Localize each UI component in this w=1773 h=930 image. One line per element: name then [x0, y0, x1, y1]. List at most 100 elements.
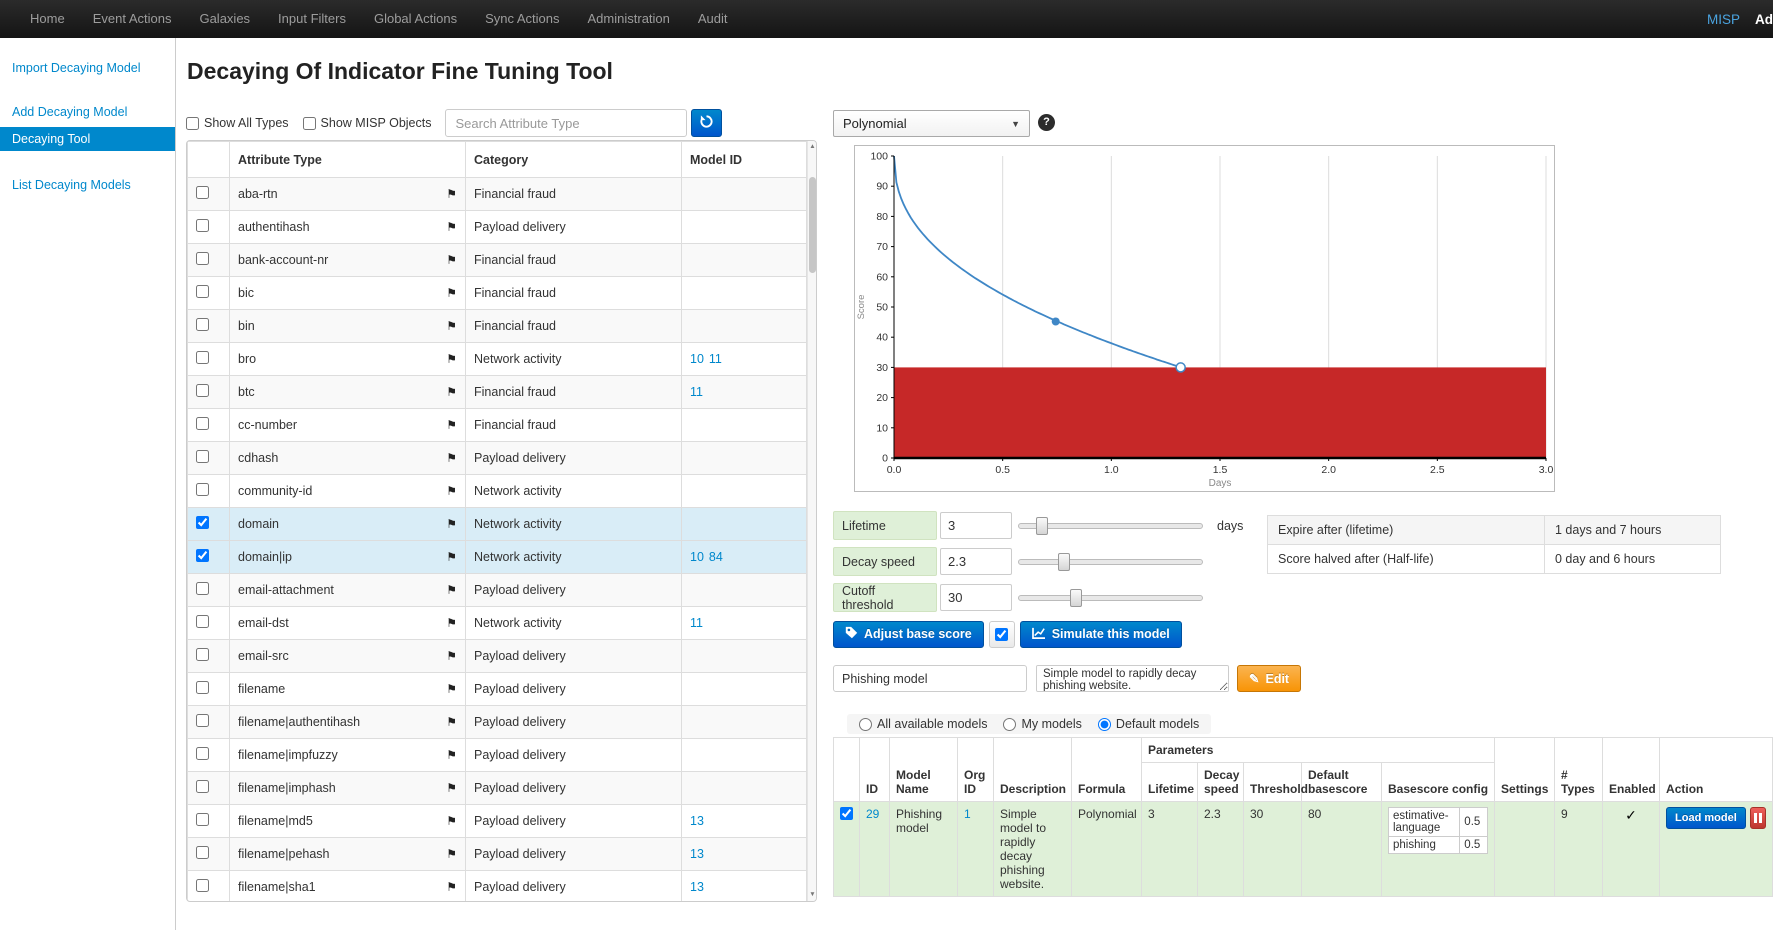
attribute-row[interactable]: ⚑filename|pehashPayload delivery13: [188, 838, 807, 871]
flag-icon[interactable]: ⚑: [446, 748, 457, 762]
misp-brand[interactable]: MISP: [1707, 12, 1740, 27]
attribute-row-checkbox[interactable]: [196, 846, 209, 859]
model-scope-radio[interactable]: [1098, 718, 1111, 731]
show-all-types-option[interactable]: Show All Types: [186, 116, 289, 130]
show-misp-objects-checkbox[interactable]: [303, 117, 316, 130]
flag-icon[interactable]: ⚑: [446, 253, 457, 267]
attribute-row-checkbox[interactable]: [196, 186, 209, 199]
model-id-link[interactable]: 10: [690, 352, 704, 366]
model-id-link[interactable]: 13: [690, 847, 704, 861]
attribute-row-checkbox[interactable]: [196, 549, 209, 562]
cutoff-threshold-slider[interactable]: [1018, 588, 1203, 608]
model-scope-option[interactable]: All available models: [859, 717, 987, 731]
help-icon[interactable]: ?: [1038, 114, 1055, 131]
attribute-row[interactable]: ⚑filenamePayload delivery: [188, 673, 807, 706]
nav-item-sync-actions[interactable]: Sync Actions: [471, 0, 573, 38]
model-name-input[interactable]: [833, 665, 1027, 692]
attribute-row[interactable]: ⚑filename|authentihashPayload delivery: [188, 706, 807, 739]
flag-icon[interactable]: ⚑: [446, 682, 457, 696]
attribute-row[interactable]: ⚑aba-rtnFinancial fraud: [188, 178, 807, 211]
adjust-base-score-toggle[interactable]: [989, 621, 1015, 648]
attribute-table-scrollbar[interactable]: ▲ ▼: [807, 141, 816, 901]
flag-icon[interactable]: ⚑: [446, 649, 457, 663]
attribute-row[interactable]: ⚑btcFinancial fraud11: [188, 376, 807, 409]
show-all-types-checkbox[interactable]: [186, 117, 199, 130]
model-scope-radio[interactable]: [1003, 718, 1016, 731]
attribute-row[interactable]: ⚑cdhashPayload delivery: [188, 442, 807, 475]
attribute-row[interactable]: ⚑email-srcPayload delivery: [188, 640, 807, 673]
attribute-row[interactable]: ⚑filename|sha1Payload delivery13: [188, 871, 807, 902]
model-row[interactable]: 29Phishing model1Simple model to rapidly…: [834, 802, 1773, 897]
flag-icon[interactable]: ⚑: [446, 220, 457, 234]
attribute-row-checkbox[interactable]: [196, 417, 209, 430]
nav-item-audit[interactable]: Audit: [684, 0, 742, 38]
model-scope-option[interactable]: My models: [1003, 717, 1081, 731]
model-id-link[interactable]: 29: [866, 807, 879, 821]
attribute-row[interactable]: ⚑filename|md5Payload delivery13: [188, 805, 807, 838]
attribute-row-checkbox[interactable]: [196, 615, 209, 628]
attribute-row[interactable]: ⚑broNetwork activity1011: [188, 343, 807, 376]
flag-icon[interactable]: ⚑: [446, 418, 457, 432]
sidebar-item-decaying-tool[interactable]: Decaying Tool: [0, 127, 175, 151]
flag-icon[interactable]: ⚑: [446, 319, 457, 333]
attribute-row-checkbox[interactable]: [196, 351, 209, 364]
attribute-row-checkbox[interactable]: [196, 813, 209, 826]
refresh-button[interactable]: [691, 109, 722, 137]
model-id-link[interactable]: 11: [690, 616, 703, 630]
model-row-checkbox[interactable]: [840, 807, 853, 820]
lifetime-input[interactable]: [940, 512, 1012, 539]
attribute-row[interactable]: ⚑authentihashPayload delivery: [188, 211, 807, 244]
attribute-row[interactable]: ⚑domainNetwork activity: [188, 508, 807, 541]
show-misp-objects-option[interactable]: Show MISP Objects: [303, 116, 432, 130]
attribute-row[interactable]: ⚑bank-account-nrFinancial fraud: [188, 244, 807, 277]
org-id-link[interactable]: 1: [964, 807, 971, 821]
attribute-row[interactable]: ⚑binFinancial fraud: [188, 310, 807, 343]
attribute-row[interactable]: ⚑bicFinancial fraud: [188, 277, 807, 310]
nav-item-global-actions[interactable]: Global Actions: [360, 0, 471, 38]
search-attribute-input[interactable]: [445, 109, 687, 137]
nav-item-administration[interactable]: Administration: [574, 0, 684, 38]
pause-model-button[interactable]: [1750, 807, 1766, 829]
attribute-row-checkbox[interactable]: [196, 879, 209, 892]
model-id-link[interactable]: 11: [709, 352, 722, 366]
cutoff-threshold-input[interactable]: [940, 584, 1012, 611]
flag-icon[interactable]: ⚑: [446, 517, 457, 531]
attribute-row-checkbox[interactable]: [196, 582, 209, 595]
model-id-link[interactable]: 84: [709, 550, 723, 564]
flag-icon[interactable]: ⚑: [446, 715, 457, 729]
flag-icon[interactable]: ⚑: [446, 451, 457, 465]
attribute-row-checkbox[interactable]: [196, 252, 209, 265]
model-scope-radio[interactable]: [859, 718, 872, 731]
decay-speed-slider[interactable]: [1018, 552, 1203, 572]
sidebar-item-import-decaying-model[interactable]: Import Decaying Model: [0, 56, 175, 80]
nav-item-event-actions[interactable]: Event Actions: [79, 0, 186, 38]
edit-model-button[interactable]: ✎ Edit: [1237, 665, 1301, 692]
flag-icon[interactable]: ⚑: [446, 847, 457, 861]
flag-icon[interactable]: ⚑: [446, 286, 457, 300]
sidebar-item-list-decaying-models[interactable]: List Decaying Models: [0, 173, 175, 197]
load-model-button[interactable]: Load model: [1666, 807, 1746, 829]
attribute-row-checkbox[interactable]: [196, 285, 209, 298]
nav-user-menu[interactable]: Admin: [1755, 12, 1773, 27]
flag-icon[interactable]: ⚑: [446, 814, 457, 828]
attribute-row[interactable]: ⚑filename|imphashPayload delivery: [188, 772, 807, 805]
model-scope-option[interactable]: Default models: [1098, 717, 1199, 731]
simulate-model-button[interactable]: Simulate this model: [1020, 621, 1182, 648]
scrollbar-thumb[interactable]: [809, 177, 816, 273]
flag-icon[interactable]: ⚑: [446, 187, 457, 201]
attribute-row[interactable]: ⚑email-attachmentPayload delivery: [188, 574, 807, 607]
scroll-up-icon[interactable]: ▲: [808, 142, 817, 152]
attribute-row[interactable]: ⚑filename|impfuzzyPayload delivery: [188, 739, 807, 772]
model-id-link[interactable]: 11: [690, 385, 703, 399]
decay-speed-input[interactable]: [940, 548, 1012, 575]
attribute-row[interactable]: ⚑community-idNetwork activity: [188, 475, 807, 508]
formula-select[interactable]: Polynomial ▼: [833, 110, 1030, 137]
attribute-row-checkbox[interactable]: [196, 318, 209, 331]
nav-item-galaxies[interactable]: Galaxies: [185, 0, 264, 38]
flag-icon[interactable]: ⚑: [446, 385, 457, 399]
nav-item-input-filters[interactable]: Input Filters: [264, 0, 360, 38]
model-description-textarea[interactable]: Simple model to rapidly decay phishing w…: [1036, 665, 1229, 692]
flag-icon[interactable]: ⚑: [446, 781, 457, 795]
attribute-row-checkbox[interactable]: [196, 516, 209, 529]
adjust-base-score-button[interactable]: Adjust base score: [833, 621, 984, 648]
